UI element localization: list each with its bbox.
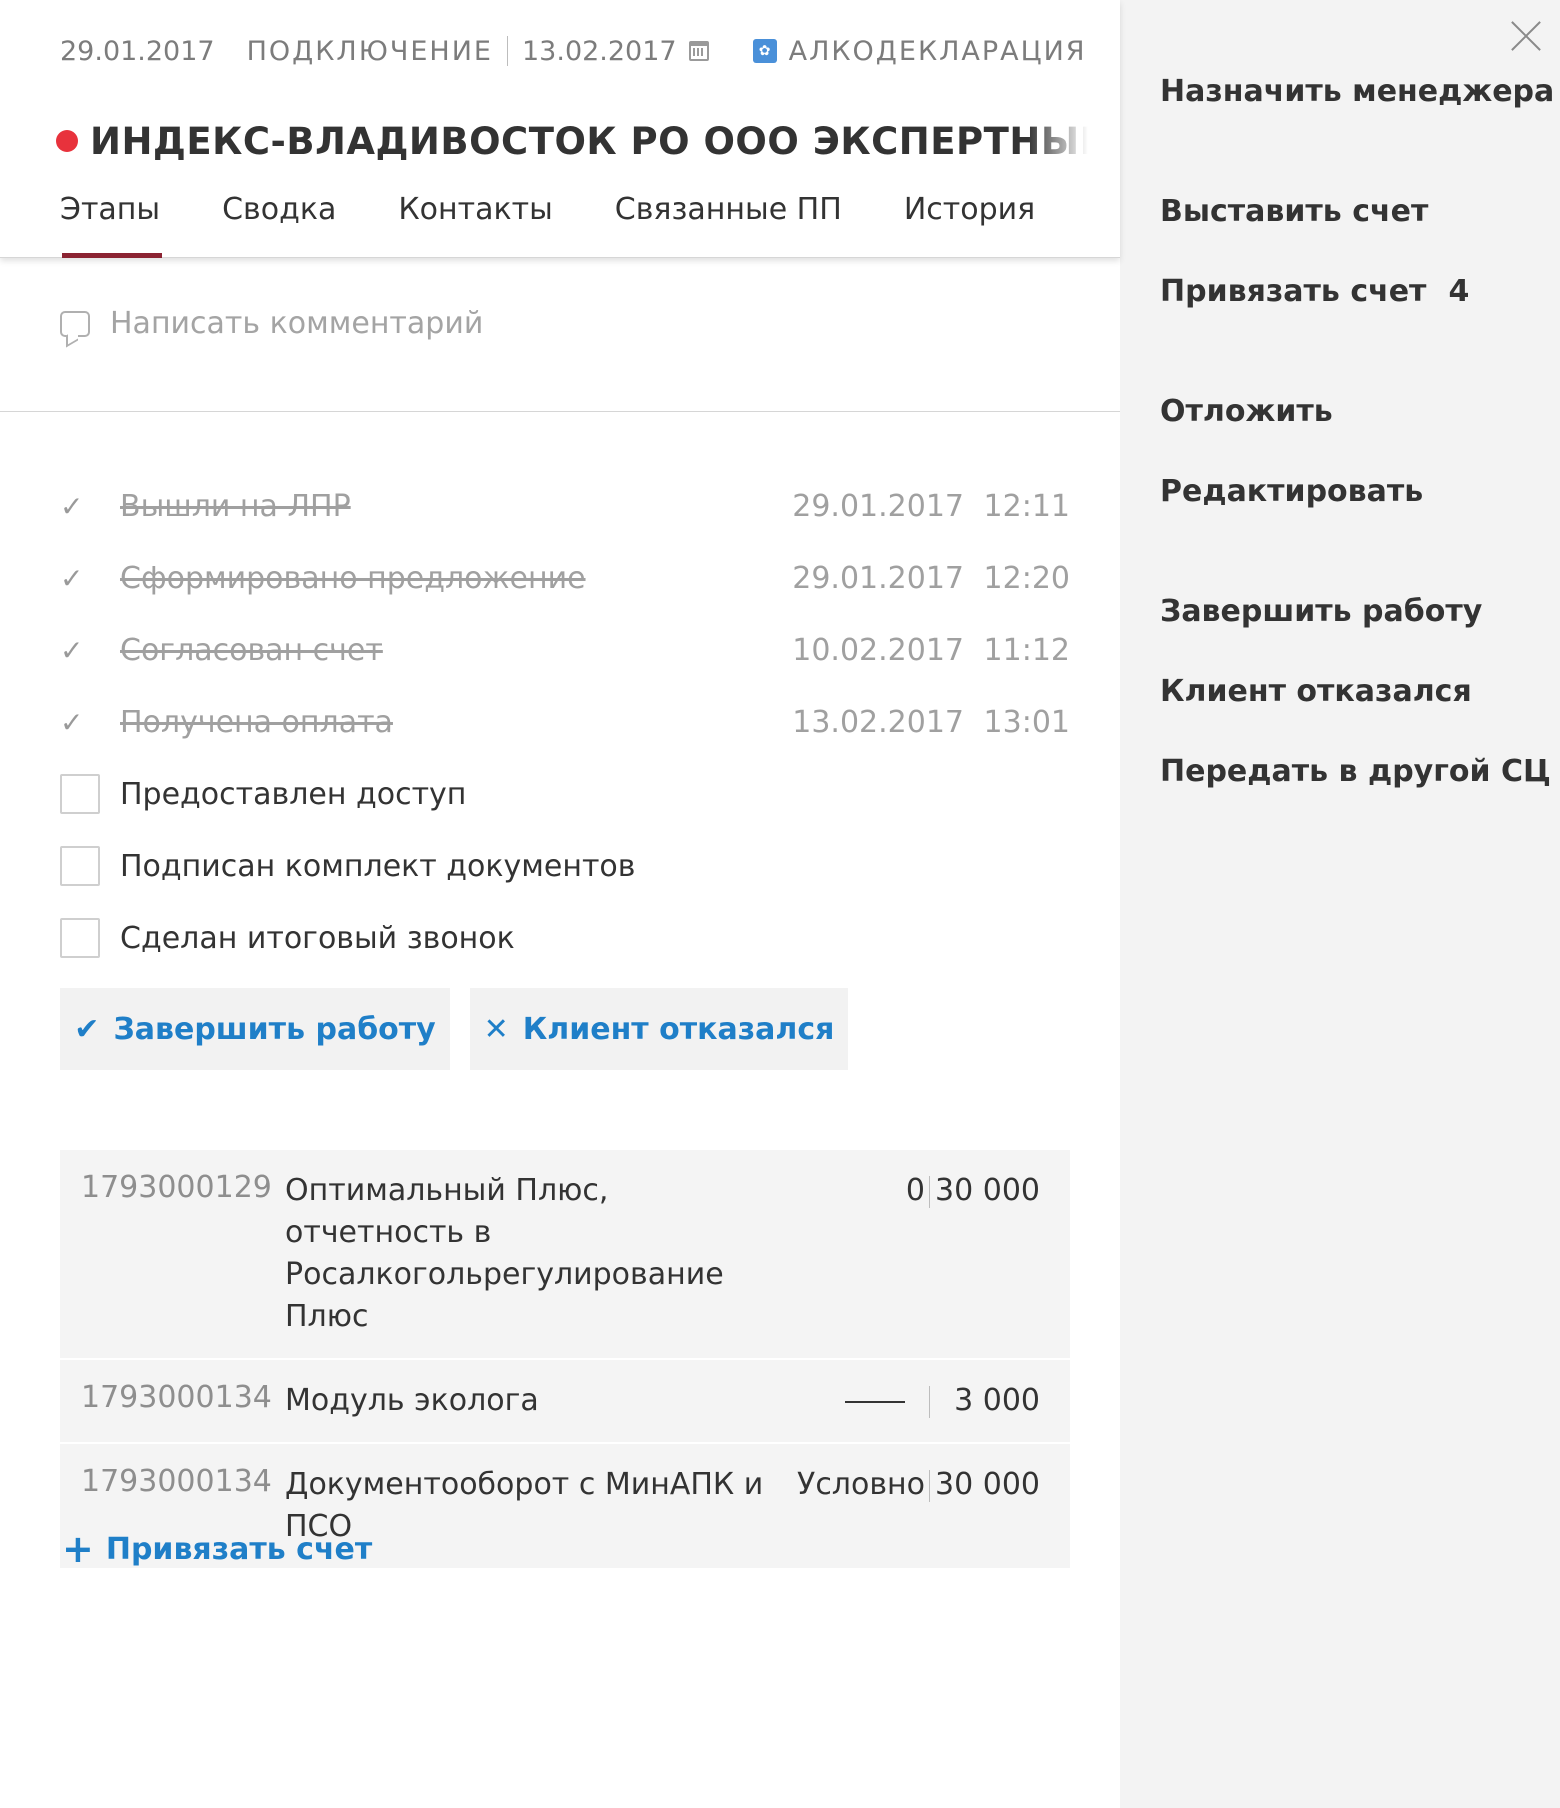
client-refused-label: Клиент отказался — [522, 1011, 835, 1047]
comment-placeholder: Написать комментарий — [110, 306, 484, 341]
stage-label: Предоставлен доступ — [120, 776, 467, 812]
stage-label: Получена оплата — [120, 704, 393, 740]
transfer-button[interactable]: Передать в другой СЦ — [1160, 754, 1551, 789]
tab-summary[interactable]: Сводка — [222, 192, 336, 258]
side-panel — [1120, 0, 1560, 1808]
stage-list: ✓ Вышли на ЛПР 29.01.2017 12:11 ✓ Сформи… — [60, 470, 1070, 974]
invoice-status: Условно — [797, 1467, 925, 1502]
meta-divider — [507, 36, 508, 66]
stage-label: Согласован счет — [120, 632, 383, 668]
stage-label: Сформировано предложение — [120, 560, 586, 596]
invoice-sum: 30 000 — [935, 1173, 1040, 1208]
bind-invoice-menu-label: Привязать счет — [1160, 274, 1427, 309]
tab-history[interactable]: История — [904, 192, 1035, 258]
check-icon: ✔ — [74, 1011, 100, 1047]
deal-header: 29.01.2017 ПОДКЛЮЧЕНИЕ 13.02.2017 ✿ АЛКО… — [0, 0, 1120, 258]
tab-bar: Этапы Сводка Контакты Связанные ПП Истор… — [60, 192, 1097, 258]
edit-button[interactable]: Редактировать — [1160, 474, 1423, 509]
stage-item: ✓ Получена оплата 13.02.2017 13:01 — [60, 686, 1070, 758]
stage-item: ✓ Сформировано предложение 29.01.2017 12… — [60, 542, 1070, 614]
stage-label: Сделан итоговый звонок — [120, 920, 515, 956]
created-date: 29.01.2017 — [60, 35, 215, 67]
assign-manager-button[interactable]: Назначить менеджера — [1160, 74, 1554, 109]
stage-date: 13.02.2017 13:01 — [792, 704, 1070, 740]
stage-checkbox[interactable] — [60, 774, 100, 814]
stage-item: ✓ Вышли на ЛПР 29.01.2017 12:11 — [60, 470, 1070, 542]
deal-stage: ПОДКЛЮЧЕНИЕ — [246, 35, 493, 67]
product-label: АЛКОДЕКЛАРАЦИЯ — [788, 35, 1087, 67]
stage-label: Подписан комплект документов — [120, 848, 636, 884]
close-icon[interactable] — [1508, 18, 1544, 54]
product-name: ✿ АЛКОДЕКЛАРАЦИЯ — [752, 35, 1087, 67]
table-row[interactable]: 1793000129 Оптимальный Плюс, отчетность … — [60, 1150, 1070, 1360]
invoice-number: 1793000134 — [81, 1464, 272, 1499]
page-title: ИНДЕКС-ВЛАДИВОСТОК РО ООО ЭКСПЕРТНЫЙ ЦЕН… — [56, 116, 1088, 166]
deal-meta: 29.01.2017 ПОДКЛЮЧЕНИЕ 13.02.2017 ✿ АЛКО… — [60, 34, 1087, 68]
finish-work-label: Завершить работу — [113, 1011, 436, 1047]
invoice-table: 1793000129 Оптимальный Плюс, отчетность … — [60, 1150, 1070, 1570]
checkmark-icon: ✓ — [60, 561, 84, 595]
checkmark-icon: ✓ — [60, 489, 84, 523]
tab-related[interactable]: Связанные ПП — [615, 192, 842, 258]
finish-work-button[interactable]: ✔ Завершить работу — [60, 988, 450, 1070]
stage-item: Подписан комплект документов — [60, 830, 1070, 902]
stage-item: Предоставлен доступ — [60, 758, 1070, 830]
bind-invoice-button[interactable]: Привязать счет 4 — [1160, 274, 1469, 309]
stage-item: ✓ Согласован счет 10.02.2017 11:12 — [60, 614, 1070, 686]
comment-input[interactable]: Написать комментарий — [60, 306, 483, 341]
postpone-button[interactable]: Отложить — [1160, 394, 1333, 429]
grapes-icon: ✿ — [752, 39, 777, 63]
stage-label: Вышли на ЛПР — [120, 488, 351, 524]
action-buttons: ✔ Завершить работу ✕ Клиент отказался — [60, 988, 848, 1070]
empty-status-dash — [845, 1400, 905, 1403]
invoice-status — [845, 1380, 925, 1422]
stage-item: Сделан итоговый звонок — [60, 902, 1070, 974]
stage-checkbox[interactable] — [60, 846, 100, 886]
cell-divider — [929, 1470, 930, 1502]
invoice-count-badge: 4 — [1448, 274, 1470, 309]
calendar-icon[interactable] — [688, 41, 709, 61]
checkmark-icon: ✓ — [60, 633, 84, 667]
stage-date: 29.01.2017 12:11 — [792, 488, 1070, 524]
close-icon: ✕ — [483, 1011, 509, 1047]
deal-card: 29.01.2017 ПОДКЛЮЧЕНИЕ 13.02.2017 ✿ АЛКО… — [0, 0, 1120, 1808]
tab-contacts[interactable]: Контакты — [398, 192, 552, 258]
bind-invoice-link[interactable]: + Привязать счет — [62, 1530, 372, 1568]
section-divider — [0, 411, 1120, 412]
invoice-name: Модуль эколога — [285, 1383, 539, 1418]
stage-date: 29.01.2017 12:20 — [792, 560, 1070, 596]
invoice-number: 1793000129 — [81, 1170, 272, 1205]
finish-work-menu-button[interactable]: Завершить работу — [1160, 594, 1482, 629]
client-refused-button[interactable]: ✕ Клиент отказался — [470, 988, 848, 1070]
issue-invoice-button[interactable]: Выставить счет — [1160, 194, 1428, 229]
tab-stages[interactable]: Этапы — [60, 192, 163, 258]
bind-invoice-label: Привязать счет — [105, 1531, 373, 1567]
client-refused-menu-button[interactable]: Клиент отказался — [1160, 674, 1472, 709]
company-name: ИНДЕКС-ВЛАДИВОСТОК РО ООО ЭКСПЕРТНЫЙ ЦЕН… — [90, 119, 1088, 163]
plus-icon: + — [62, 1527, 94, 1571]
invoice-number: 1793000134 — [81, 1380, 272, 1415]
stage-date: 10.02.2017 11:12 — [792, 632, 1070, 668]
cell-divider — [929, 1386, 930, 1418]
invoice-sum: 3 000 — [954, 1383, 1040, 1418]
invoice-name: Оптимальный Плюс, отчетность в Росалкого… — [285, 1173, 724, 1334]
checkmark-icon: ✓ — [60, 705, 84, 739]
table-row[interactable]: 1793000134 Модуль эколога 3 000 — [60, 1360, 1070, 1444]
invoice-status: 0 — [905, 1173, 925, 1208]
stage-checkbox[interactable] — [60, 918, 100, 958]
cell-divider — [929, 1176, 930, 1208]
invoice-sum: 30 000 — [935, 1467, 1040, 1502]
comment-bubble-icon — [60, 310, 90, 337]
status-indicator-icon — [56, 130, 78, 152]
due-date[interactable]: 13.02.2017 — [522, 36, 677, 67]
